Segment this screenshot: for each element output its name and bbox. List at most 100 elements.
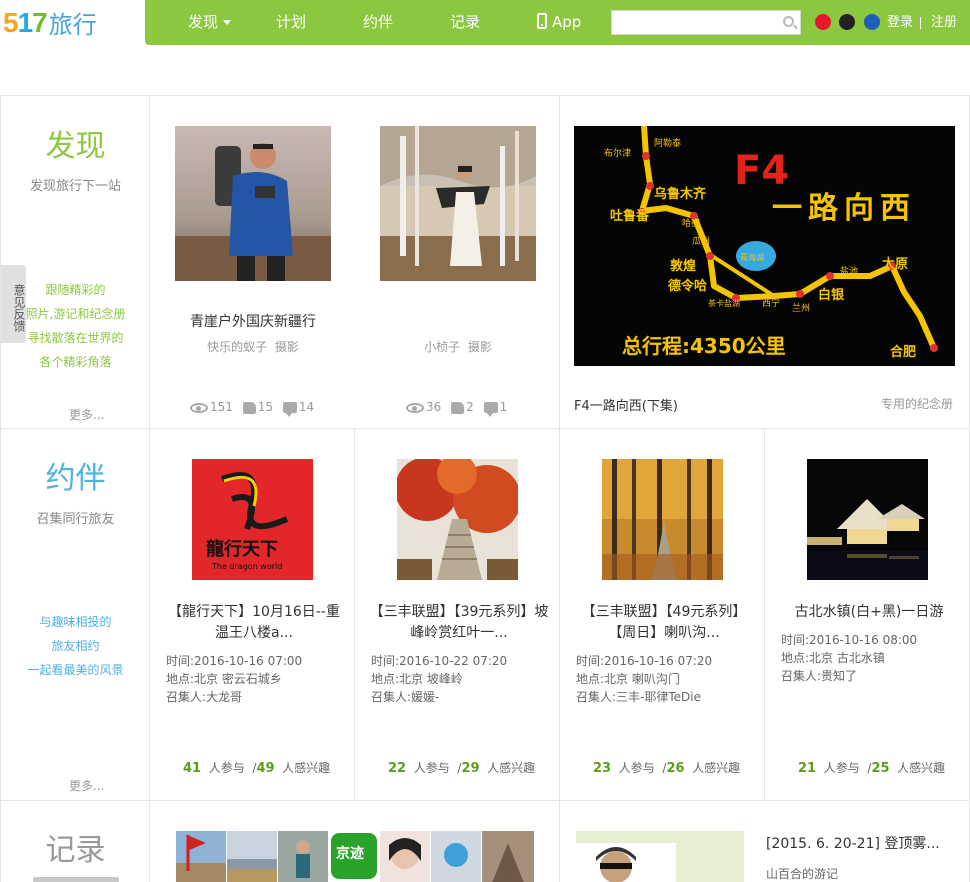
- event-meta: 时间:2016-10-16 08:00 地点:北京 古北水镇 召集人:贵知了: [781, 631, 917, 685]
- dragon-logo: 龍行天下 The dragon world: [192, 459, 313, 580]
- divider: [1, 800, 970, 801]
- nav-record[interactable]: 记录: [450, 0, 480, 45]
- map-marker: [930, 344, 938, 352]
- event-place: 地点:北京 古北水镇: [781, 651, 885, 665]
- chevron-down-icon: [223, 20, 232, 25]
- city-label: 乌鲁木齐: [654, 186, 707, 202]
- city-label: 哈密: [682, 217, 700, 229]
- author-action: 摄影: [274, 340, 299, 354]
- interested-count: 49: [256, 761, 275, 776]
- weibo-icon[interactable]: [815, 14, 831, 30]
- photo-birch-image: [380, 126, 536, 281]
- event-meta: 时间:2016-10-16 07:00 地点:北京 密云石城乡 召集人:大龙哥: [166, 652, 302, 706]
- qq-icon[interactable]: [839, 14, 855, 30]
- city-label: 青海湖: [740, 252, 764, 262]
- author-name[interactable]: 小桢子: [424, 340, 460, 354]
- event-title[interactable]: 【三丰联盟】【39元系列】坡峰岭赏红叶一...: [369, 602, 549, 644]
- nav-companion[interactable]: 约伴: [363, 0, 393, 45]
- red-leaves-photo: [397, 459, 518, 580]
- event-time: 时间:2016-10-16 08:00: [781, 633, 918, 647]
- event-image-night-town[interactable]: [807, 459, 928, 580]
- city-label: 敦煌: [670, 258, 696, 274]
- event-image-red-leaves[interactable]: [397, 459, 518, 580]
- event-image-dragon[interactable]: 龍行天下 The dragon world: [192, 459, 313, 580]
- event-time: 时间:2016-10-22 07:20: [371, 654, 508, 668]
- event-place: 地点:北京 坡峰岭: [371, 672, 463, 686]
- record-title[interactable]: 记录: [1, 825, 150, 869]
- map-marker: [706, 252, 714, 260]
- search-icon[interactable]: [783, 16, 794, 27]
- companion-title[interactable]: 约伴: [1, 453, 150, 497]
- nav-app[interactable]: App: [537, 0, 581, 45]
- map-marker: [826, 272, 834, 280]
- city-label: 茶卡盐湖: [708, 298, 740, 308]
- divider: [559, 96, 560, 429]
- nav-plan[interactable]: 计划: [276, 0, 306, 45]
- photo-card-title[interactable]: 青崖户外国庆新疆行: [175, 311, 331, 331]
- city-label: 西宁: [762, 297, 780, 309]
- album-caption[interactable]: F4一路向西(下集): [574, 395, 678, 414]
- album-type-link[interactable]: 专用的纪念册: [881, 395, 953, 412]
- nav-discover[interactable]: 发现: [188, 0, 232, 45]
- event-meta: 时间:2016-10-16 07:20 地点:北京 喇叭沟门 召集人:三丰-耶律…: [576, 652, 712, 706]
- event-title[interactable]: 【三丰联盟】【49元系列】【周日】喇叭沟...: [574, 602, 754, 644]
- eye-icon: [406, 402, 424, 413]
- comment-icon[interactable]: [282, 402, 297, 417]
- route-map: F4 一路向西 总行程:4350公里 布尔津 阿勒泰 乌鲁木齐 吐鲁番 哈密 瓜…: [574, 126, 955, 366]
- journal-author[interactable]: 山百合的游记: [766, 865, 838, 882]
- divider: [559, 429, 560, 882]
- photo-birch-woman[interactable]: [380, 126, 536, 281]
- photo-card-author: 快乐的蚁子 摄影: [175, 338, 331, 355]
- journal-cover-image: [576, 831, 744, 882]
- login-link[interactable]: 登录: [887, 0, 913, 45]
- city-label: 兰州: [792, 302, 810, 314]
- thumbs-up-icon[interactable]: [451, 401, 465, 414]
- joined-count: 22: [388, 761, 407, 776]
- discover-desc: 跟随精彩的 照片,游记和纪念册 寻找散落在世界的 各个精彩角落: [25, 283, 126, 369]
- event-counts: 41 人参与 /49 人感兴趣: [183, 761, 331, 776]
- event-counts: 21 人参与 /25 人感兴趣: [798, 761, 946, 776]
- logo-subtext: The dragon world: [211, 562, 282, 571]
- event-time: 时间:2016-10-16 07:20: [576, 654, 713, 668]
- photo-hiker[interactable]: [175, 126, 331, 281]
- city-label: 瓜州: [692, 236, 710, 247]
- thumbs-up-icon[interactable]: [242, 401, 256, 414]
- event-host: 召集人:大龙哥: [166, 690, 243, 704]
- register-link[interactable]: 注册: [931, 0, 957, 45]
- journal-cover[interactable]: [576, 831, 744, 882]
- search-input[interactable]: [611, 10, 801, 35]
- joined-count: 21: [798, 761, 817, 776]
- thumb-badge-text: 京迹: [336, 845, 364, 862]
- map-slogan: 一路向西: [772, 191, 916, 226]
- site-logo[interactable]: 517 旅行: [0, 0, 145, 45]
- city-label: 德令哈: [668, 278, 707, 294]
- event-title[interactable]: 古北水镇(白+黑)一日游: [779, 602, 959, 623]
- event-title[interactable]: 【龍行天下】10月16日--重温王八楼a...: [164, 602, 344, 644]
- album-map-image[interactable]: F4 一路向西 总行程:4350公里 布尔津 阿勒泰 乌鲁木齐 吐鲁番 哈密 瓜…: [574, 126, 955, 366]
- event-meta: 时间:2016-10-22 07:20 地点:北京 坡峰岭 召集人:媛媛-: [371, 652, 507, 706]
- record-thumb-strip[interactable]: 京迹: [176, 831, 534, 882]
- content-grid: 发现 发现旅行下一站 跟随精彩的 照片,游记和纪念册 寻找散落在世界的 各个精彩…: [0, 95, 970, 882]
- photo-card-stats: 36 2 1: [406, 400, 508, 417]
- map-marker: [646, 182, 654, 190]
- nav-separator: [920, 17, 921, 29]
- comment-count: 1: [499, 400, 508, 414]
- author-name[interactable]: 快乐的蚁子: [207, 340, 267, 354]
- journal-title[interactable]: [2015. 6. 20-21] 登顶雾...: [766, 833, 940, 853]
- discover-more-link[interactable]: 更多...: [69, 406, 104, 423]
- city-label: 盐池: [840, 265, 858, 277]
- event-image-forest[interactable]: [602, 459, 723, 580]
- event-host: 召集人:贵知了: [781, 669, 858, 683]
- renren-icon[interactable]: [864, 14, 880, 30]
- map-marker: [796, 290, 804, 298]
- like-count: 15: [257, 400, 274, 414]
- joined-count: 41: [183, 761, 202, 776]
- companion-more-link[interactable]: 更多...: [69, 777, 104, 794]
- comment-icon[interactable]: [483, 402, 498, 417]
- map-title: F4: [734, 148, 789, 194]
- event-counts: 22 人参与 /29 人感兴趣: [388, 761, 536, 776]
- interested-count: 29: [461, 761, 480, 776]
- companion-desc: 与趣味相投的 旅友相约 一起看最美的风景: [27, 615, 124, 677]
- city-label: 白银: [818, 287, 845, 303]
- discover-title[interactable]: 发现: [1, 121, 150, 165]
